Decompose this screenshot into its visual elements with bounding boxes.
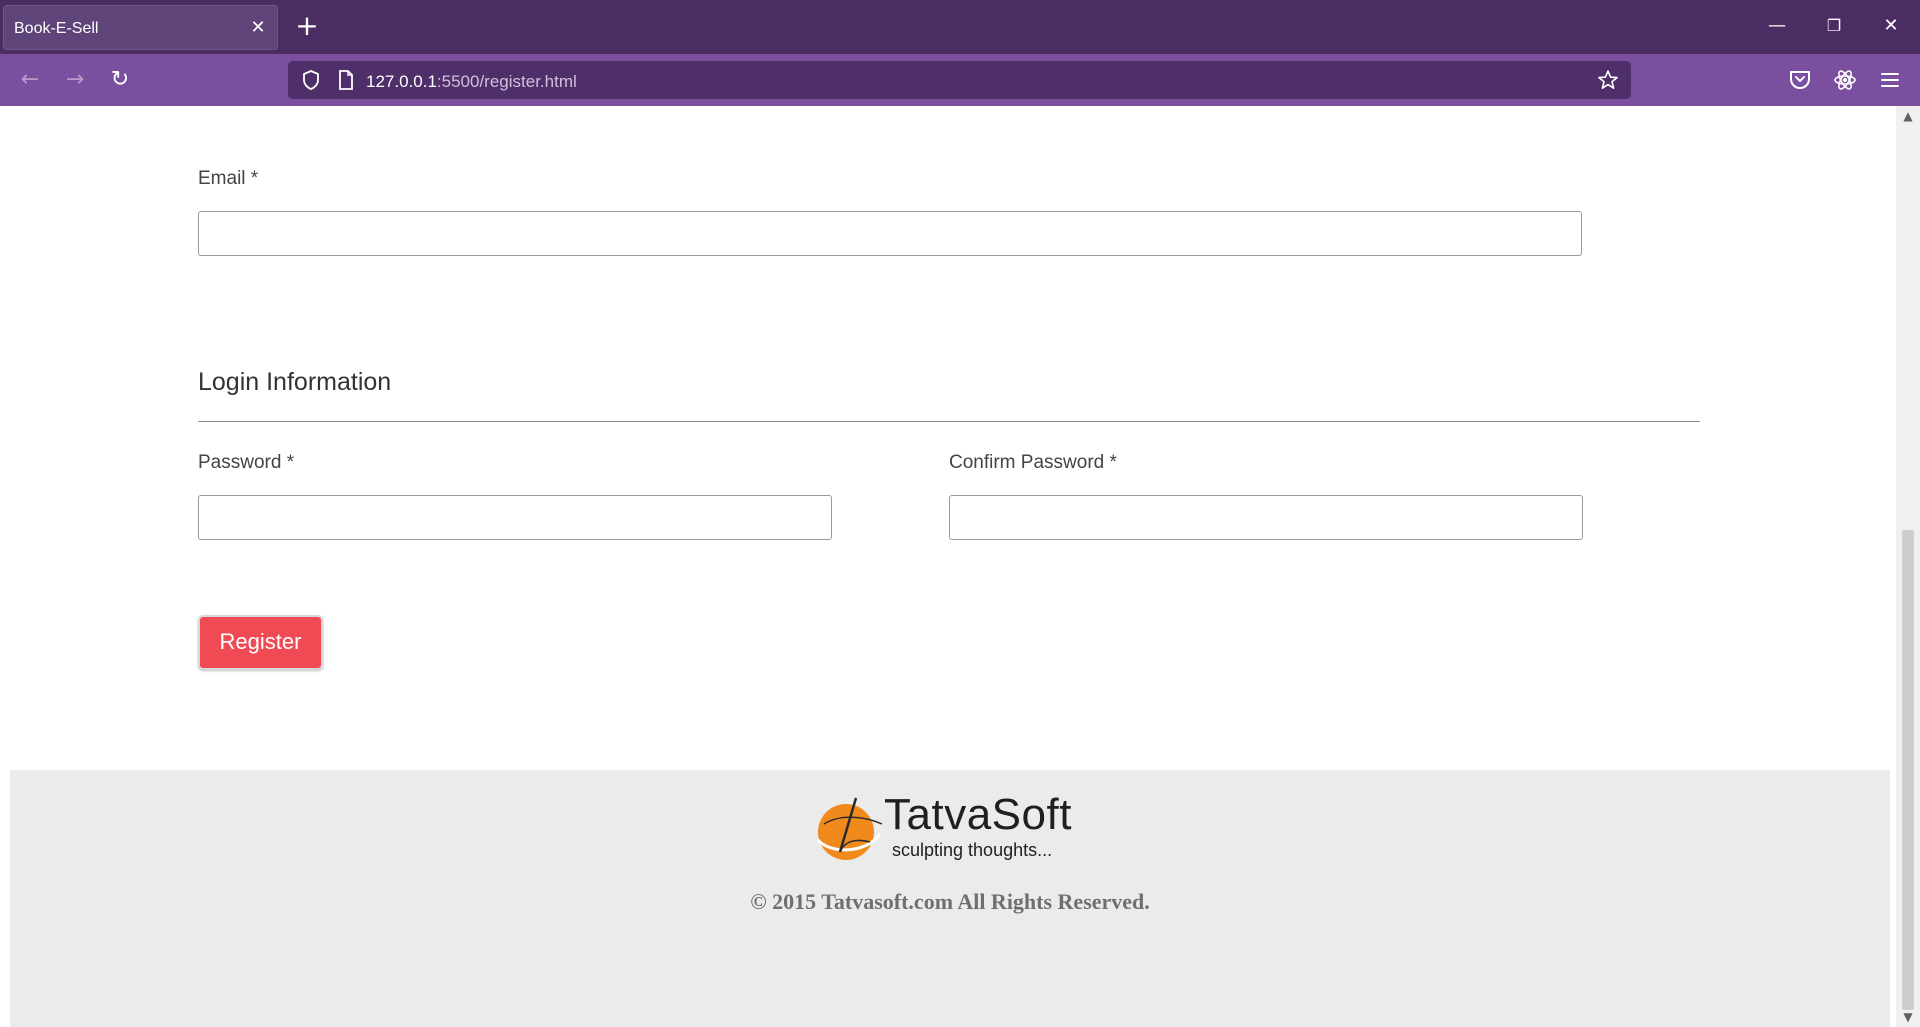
tab-close-icon[interactable]: ✕ xyxy=(247,16,269,38)
restore-button[interactable]: ❐ xyxy=(1818,12,1850,44)
logo-name: TatvaSoft xyxy=(884,790,1072,839)
scrollbar-thumb[interactable] xyxy=(1902,530,1914,1010)
copyright-text: © 2015 Tatvasoft.com All Rights Reserved… xyxy=(750,889,1150,914)
menu-icon[interactable] xyxy=(1877,67,1903,93)
footer: TatvaSoft sculpting thoughts... © 2015 T… xyxy=(10,770,1890,1027)
register-button[interactable]: Register xyxy=(198,615,323,670)
pocket-icon[interactable] xyxy=(1787,67,1813,93)
page-content: Email * Login Information Password * Con… xyxy=(0,106,1896,1027)
confirm-password-input[interactable] xyxy=(949,495,1583,540)
url-text[interactable]: 127.0.0.1:5500/register.html xyxy=(366,72,577,92)
tab-title: Book-E-Sell xyxy=(14,20,99,37)
url-path: :5500/register.html xyxy=(436,72,577,91)
email-input[interactable] xyxy=(198,211,1582,256)
scroll-up-icon[interactable]: ▲ xyxy=(1896,106,1920,126)
password-label: Password * xyxy=(198,452,295,473)
login-information-heading: Login Information xyxy=(198,368,392,396)
url-host: 127.0.0.1 xyxy=(366,72,437,91)
browser-navbar: ← → ↻ 127.0.0.1:5500/register.html xyxy=(0,54,1920,106)
confirm-password-label: Confirm Password * xyxy=(949,452,1117,473)
tab-book-e-sell[interactable]: Book-E-Sell ✕ xyxy=(3,5,278,50)
shield-icon[interactable] xyxy=(300,69,322,91)
new-tab-button[interactable]: + xyxy=(292,12,322,42)
bookmark-star-icon[interactable] xyxy=(1597,69,1619,91)
scroll-down-icon[interactable]: ▼ xyxy=(1896,1007,1920,1027)
logo-tagline: sculpting thoughts... xyxy=(892,840,1053,860)
browser-titlebar: Book-E-Sell ✕ + — ❐ ✕ xyxy=(0,0,1920,54)
close-window-button[interactable]: ✕ xyxy=(1875,12,1907,44)
address-bar[interactable]: 127.0.0.1:5500/register.html xyxy=(288,61,1631,99)
forward-button[interactable]: → xyxy=(61,66,89,94)
react-devtools-icon[interactable] xyxy=(1832,67,1858,93)
vertical-scrollbar[interactable]: ▲ ▼ xyxy=(1896,106,1920,1027)
tatvasoft-logo-icon xyxy=(816,797,883,860)
password-input[interactable] xyxy=(198,495,832,540)
reload-button[interactable]: ↻ xyxy=(106,66,134,94)
minimize-button[interactable]: — xyxy=(1761,12,1793,44)
email-label: Email * xyxy=(198,168,259,189)
page-icon[interactable] xyxy=(336,69,356,91)
section-divider xyxy=(198,421,1700,422)
back-button[interactable]: ← xyxy=(16,66,44,94)
